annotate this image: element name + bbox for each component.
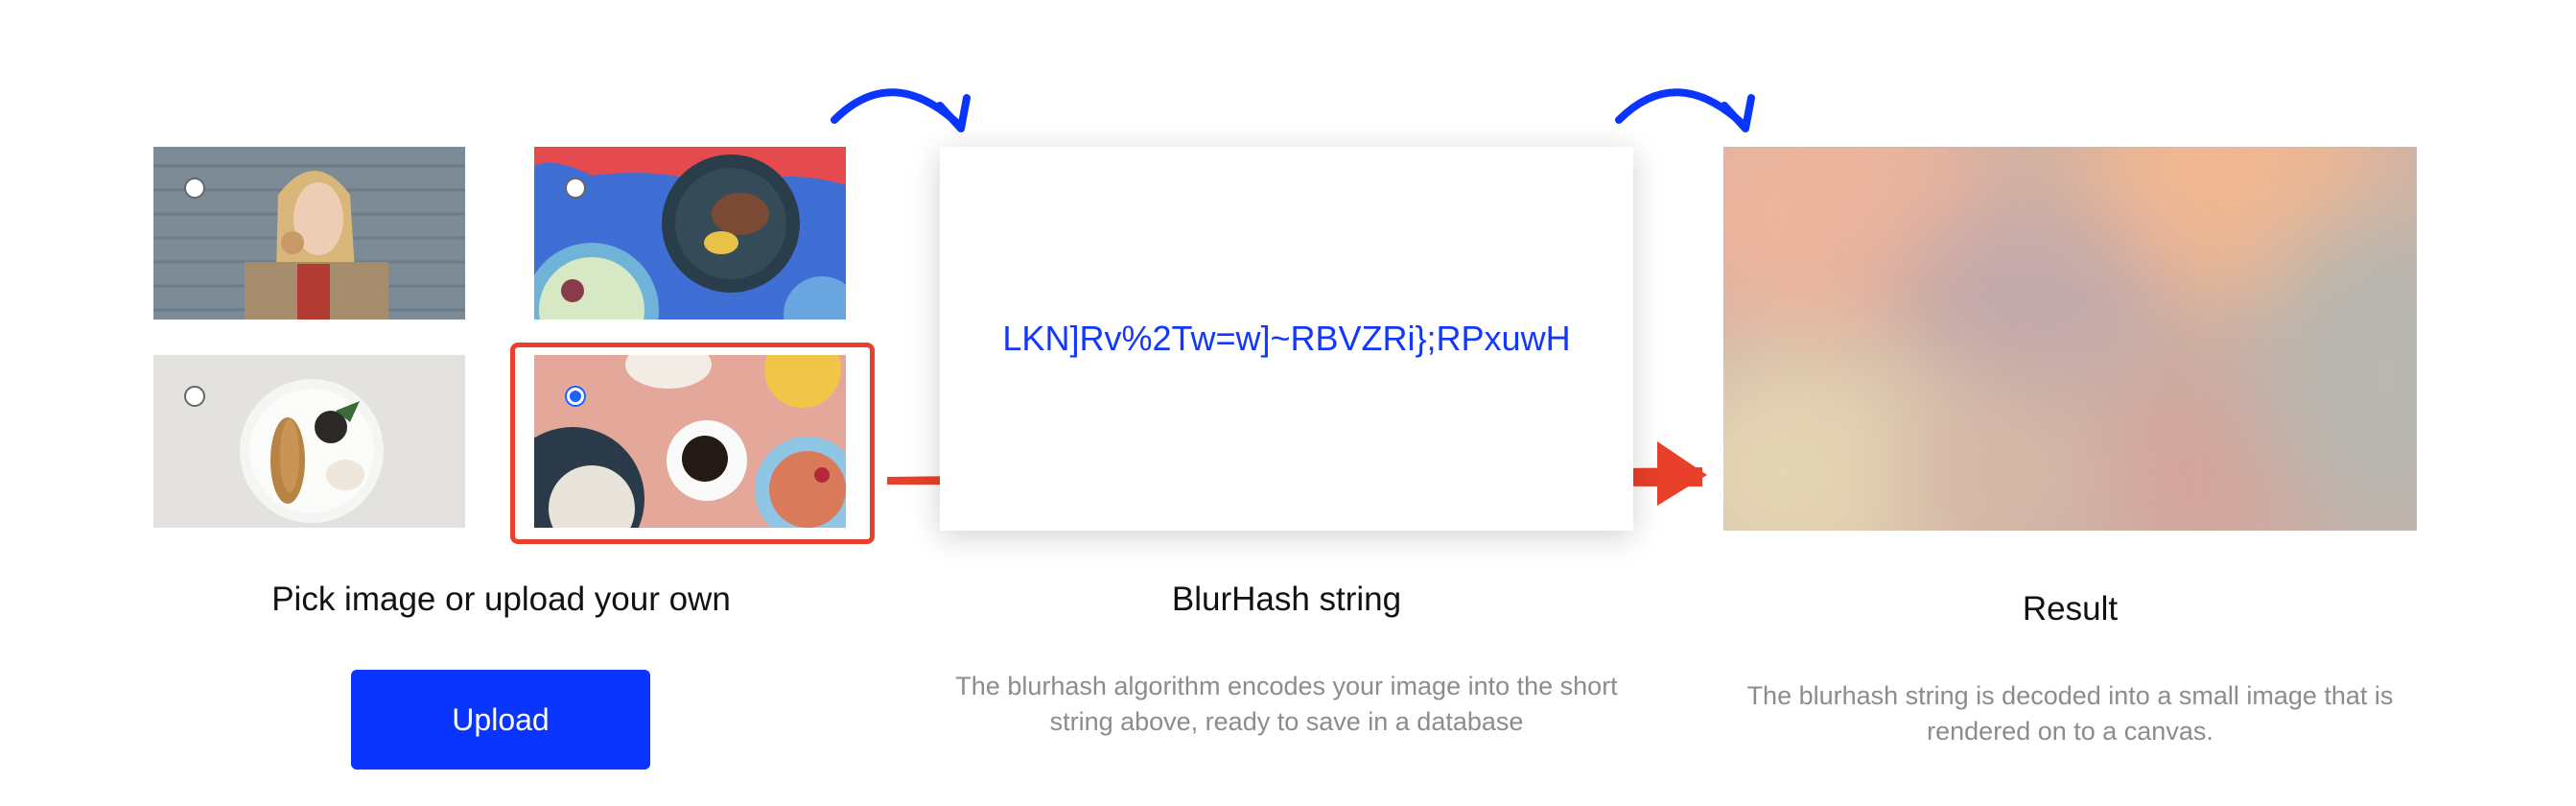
result-description-line: rendered on to a canvas. [1927, 717, 2213, 746]
blurhash-description-line: string above, ready to save in a databas… [1049, 707, 1524, 736]
blurhash-caption: BlurHash string [1171, 581, 1402, 618]
result-canvas [1723, 147, 2417, 531]
photo-image [534, 147, 846, 320]
curved-arrow-icon [831, 88, 971, 132]
thumbnail-radio[interactable] [184, 178, 205, 199]
result-description-line: The blurhash string is decoded into a sm… [1746, 681, 2394, 710]
photo-image [153, 355, 465, 528]
selection-highlight [510, 343, 875, 544]
thumbnail-radio[interactable] [184, 386, 205, 407]
blurhash-value: LKN]Rv%2Tw=w]~RBVZRi};RPxuwH [1002, 319, 1571, 358]
thumbnail-food-blue[interactable] [534, 147, 846, 320]
thumbnail-plate[interactable] [153, 355, 465, 528]
result-caption: Result [2022, 590, 2119, 628]
thumbnail-woman[interactable] [153, 147, 465, 320]
blurhash-card: LKN]Rv%2Tw=w]~RBVZRi};RPxuwH [940, 147, 1633, 531]
thumbnail-radio[interactable] [565, 178, 586, 199]
photo-image [153, 147, 465, 320]
blurhash-description: The blurhash algorithm encodes your imag… [921, 669, 1652, 740]
picker-caption: Pick image or upload your own [271, 581, 731, 618]
upload-button[interactable]: Upload [351, 670, 650, 770]
blurhash-description-line: The blurhash algorithm encodes your imag… [955, 672, 1618, 700]
result-description: The blurhash string is decoded into a sm… [1704, 678, 2436, 749]
curved-arrow-icon [1615, 88, 1755, 132]
